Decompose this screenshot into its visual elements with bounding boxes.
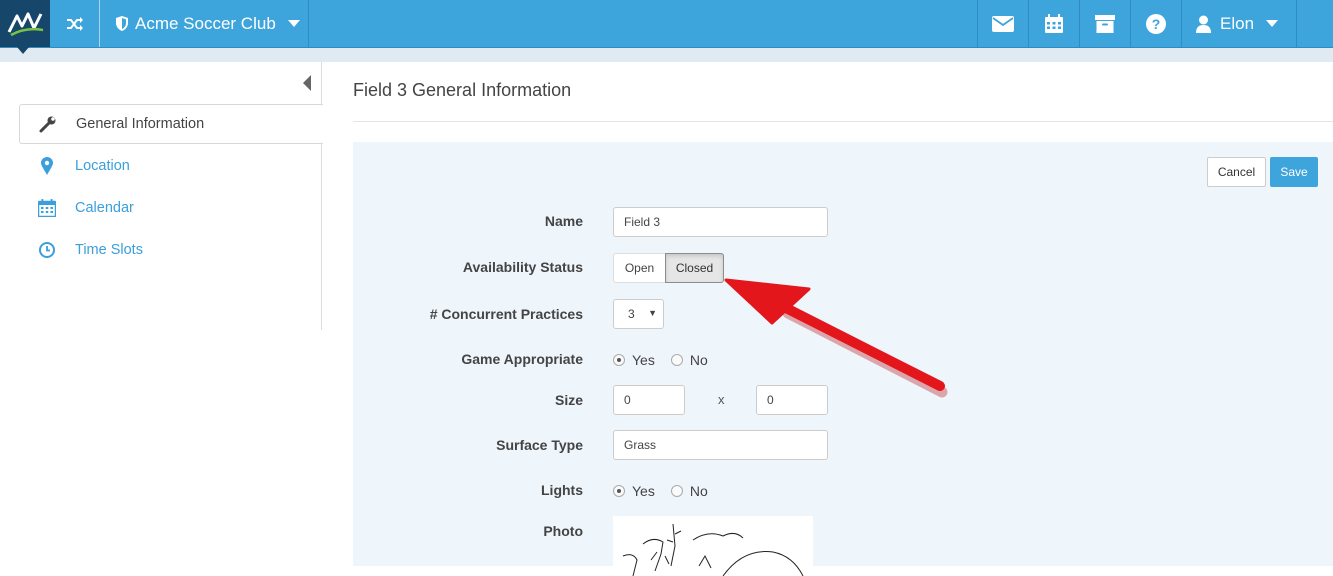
field-photo[interactable] [613,516,813,576]
sidebar-item-label: Location [75,158,130,174]
game-no-radio[interactable] [670,354,683,366]
sidebar: General Information Location Calendar Ti… [0,62,323,330]
archive-button[interactable] [1079,0,1130,47]
sidebar-item-label: Calendar [75,200,134,216]
radio-label: Yes [632,483,655,499]
sidebar-item-label: Time Slots [75,242,143,258]
calendar-button[interactable] [1028,0,1079,47]
size-separator: x [718,392,725,407]
general-info-form: Cancel Save Name Field 3 Availability St… [353,142,1333,576]
lights-no-radio[interactable] [670,485,683,497]
club-name: Acme Soccer Club [135,13,276,33]
calendar-icon [19,199,75,217]
envelope-icon [992,15,1014,32]
switch-club-button[interactable] [50,0,100,47]
cancel-button[interactable]: Cancel [1207,157,1266,187]
help-icon: ? [1146,13,1166,34]
save-button[interactable]: Save [1270,157,1318,187]
availability-label: Availability Status [462,259,583,275]
size-height-field[interactable]: 0 [756,385,828,415]
messages-button[interactable] [977,0,1028,47]
game-appropriate-radio-group: Yes No [613,352,708,368]
lights-yes-radio[interactable] [613,485,625,497]
user-icon [1196,15,1211,33]
radio-label: No [689,352,708,368]
concurrent-practices-label: # Concurrent Practices [429,306,583,322]
logo-pointer [17,47,29,54]
select-value: 3 [628,307,635,321]
svg-text:?: ? [1152,16,1161,32]
game-yes-radio[interactable] [613,354,625,366]
lights-label: Lights [541,482,583,498]
clock-icon [19,242,75,258]
logo-mark-icon [7,12,44,37]
chevron-down-icon [287,19,300,27]
availability-open-button[interactable]: Open [613,253,665,283]
radio-label: Yes [632,352,655,368]
sidebar-item-time-slots[interactable]: Time Slots [19,230,323,270]
calendar-icon [1045,13,1063,33]
map-marker-icon [19,157,75,175]
sidebar-item-label: General Information [76,116,205,132]
surface-type-label: Surface Type [496,437,583,453]
help-button[interactable]: ? [1130,0,1181,47]
sidebar-item-calendar[interactable]: Calendar [19,188,323,228]
game-appropriate-label: Game Appropriate [461,351,583,367]
wrench-icon [20,115,76,133]
page-title: Field 3 General Information [353,80,572,100]
radio-label: No [689,483,708,499]
chevron-down-icon [1266,19,1279,27]
shield-icon [116,16,128,31]
divider [353,121,1333,122]
size-label: Size [554,392,583,408]
shuffle-icon [66,16,83,31]
availability-closed-button[interactable]: Closed [665,253,724,283]
chevron-down-icon: ▼ [648,308,657,318]
archive-icon [1095,14,1115,33]
user-menu[interactable]: Elon [1181,0,1297,47]
name-label: Name [544,213,583,229]
name-field[interactable]: Field 3 [613,207,828,237]
lights-radio-group: Yes No [613,483,708,499]
concurrent-practices-select[interactable]: 3 ▼ [613,299,664,329]
surface-type-field[interactable]: Grass [613,430,828,460]
sub-header-strip [0,48,1333,62]
sidebar-item-location[interactable]: Location [19,146,323,186]
app-logo[interactable] [0,0,50,54]
size-width-field[interactable]: 0 [613,385,685,415]
user-name: Elon [1220,13,1255,33]
top-navbar: Acme Soccer Club ? Elon [0,0,1333,54]
collapse-sidebar-icon[interactable] [303,75,311,91]
sidebar-item-general-information[interactable]: General Information [19,104,323,144]
photo-sketch [622,523,804,576]
photo-label: Photo [543,523,583,539]
club-selector[interactable]: Acme Soccer Club [101,0,309,47]
